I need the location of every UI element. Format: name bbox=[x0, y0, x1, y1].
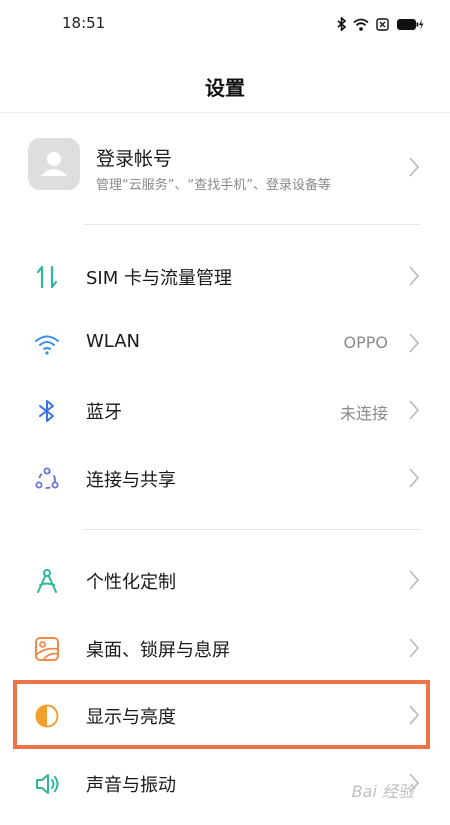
settings-item-label: WLAN bbox=[86, 331, 141, 352]
settings-item-sim[interactable]: SIM 卡与流量管理 bbox=[0, 243, 450, 309]
settings-item-wallpaper[interactable]: 桌面、锁屏与息屏 bbox=[0, 615, 450, 681]
bluetooth-icon bbox=[39, 400, 54, 422]
status-time: 18:51 bbox=[62, 14, 106, 32]
highlight-box bbox=[13, 680, 430, 749]
sim-data-icon bbox=[36, 265, 58, 289]
sound-icon bbox=[36, 774, 59, 794]
chevron-right-icon bbox=[409, 400, 420, 420]
settings-item-personalization[interactable]: 个性化定制 bbox=[0, 547, 450, 613]
no-sim-status-icon bbox=[376, 17, 389, 31]
settings-item-wlan[interactable]: WLAN OPPO bbox=[0, 310, 450, 376]
status-bar: 18:51 bbox=[0, 0, 450, 48]
chevron-right-icon bbox=[409, 266, 420, 286]
chevron-right-icon bbox=[409, 468, 420, 488]
status-icons bbox=[337, 14, 424, 34]
bluetooth-status-icon bbox=[337, 17, 346, 31]
chevron-right-icon bbox=[409, 333, 420, 353]
divider bbox=[84, 224, 420, 225]
wifi-status-icon bbox=[353, 18, 369, 31]
connection-share-icon bbox=[35, 467, 59, 489]
settings-item-label: 桌面、锁屏与息屏 bbox=[86, 640, 230, 661]
settings-item-label: SIM 卡与流量管理 bbox=[86, 268, 232, 289]
divider bbox=[84, 529, 420, 530]
settings-item-label: 连接与共享 bbox=[86, 470, 176, 491]
watermark: Bai 经验 bbox=[351, 782, 414, 801]
chevron-right-icon bbox=[409, 157, 420, 177]
wifi-icon bbox=[35, 335, 59, 355]
settings-item-label: 个性化定制 bbox=[86, 572, 176, 593]
title-bar: 设置 bbox=[0, 60, 450, 113]
account-row[interactable]: 登录帐号 管理“云服务”、“查找手机”、登录设备等 bbox=[0, 130, 450, 208]
user-icon bbox=[41, 152, 67, 176]
chevron-right-icon bbox=[409, 570, 420, 590]
personalization-icon bbox=[37, 569, 57, 593]
avatar bbox=[28, 138, 80, 190]
chevron-right-icon bbox=[409, 638, 420, 658]
page-title: 设置 bbox=[205, 76, 245, 100]
settings-item-value: 未连接 bbox=[339, 404, 388, 423]
settings-item-connection-share[interactable]: 连接与共享 bbox=[0, 445, 450, 511]
account-subtitle: 管理“云服务”、“查找手机”、登录设备等 bbox=[96, 178, 331, 193]
settings-item-value: OPPO bbox=[343, 333, 388, 352]
battery-status-icon bbox=[397, 18, 424, 30]
settings-item-bluetooth[interactable]: 蓝牙 未连接 bbox=[0, 377, 450, 443]
settings-item-label: 声音与振动 bbox=[86, 775, 176, 796]
wallpaper-icon bbox=[35, 637, 59, 661]
settings-item-label: 蓝牙 bbox=[86, 402, 122, 423]
account-title: 登录帐号 bbox=[96, 148, 173, 170]
